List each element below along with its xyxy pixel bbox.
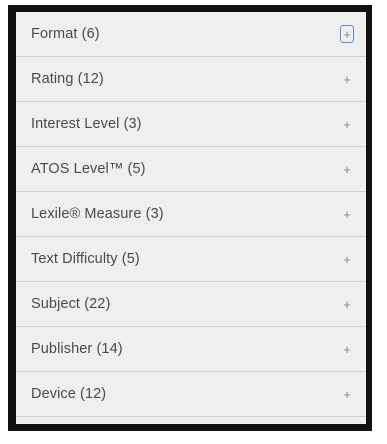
facet-text-difficulty[interactable]: Text Difficulty (5) + (16, 237, 366, 282)
plus-icon[interactable]: + (342, 162, 352, 176)
facet-publisher[interactable]: Publisher (14) + (16, 327, 366, 372)
plus-icon[interactable]: + (342, 252, 352, 266)
facet-label: Text Difficulty (5) (31, 251, 140, 267)
filter-panel: Format (6) + Rating (12) + Interest Leve… (16, 12, 366, 424)
panel-bottom-space (16, 417, 366, 424)
facet-label: Device (12) (31, 386, 107, 402)
facet-rating[interactable]: Rating (12) + (16, 57, 366, 102)
facet-label: Subject (22) (31, 296, 111, 312)
facet-interest-level[interactable]: Interest Level (3) + (16, 102, 366, 147)
facet-label: Publisher (14) (31, 341, 123, 357)
facet-label: ATOS Level™ (5) (31, 161, 146, 177)
plus-icon[interactable]: + (342, 297, 352, 311)
plus-icon[interactable]: + (340, 25, 354, 43)
facet-subject[interactable]: Subject (22) + (16, 282, 366, 327)
facet-atos-level[interactable]: ATOS Level™ (5) + (16, 147, 366, 192)
facet-label: Rating (12) (31, 71, 104, 87)
plus-icon[interactable]: + (342, 387, 352, 401)
plus-icon[interactable]: + (342, 117, 352, 131)
plus-icon[interactable]: + (342, 207, 352, 221)
facet-list: Format (6) + Rating (12) + Interest Leve… (16, 12, 366, 417)
facet-label: Lexile® Measure (3) (31, 206, 164, 222)
plus-icon[interactable]: + (342, 342, 352, 356)
plus-icon[interactable]: + (342, 72, 352, 86)
facet-lexile-measure[interactable]: Lexile® Measure (3) + (16, 192, 366, 237)
facet-label: Interest Level (3) (31, 116, 142, 132)
facet-format[interactable]: Format (6) + (16, 12, 366, 57)
facet-device[interactable]: Device (12) + (16, 372, 366, 417)
facet-label: Format (6) (31, 26, 100, 42)
screenshot-frame: Format (6) + Rating (12) + Interest Leve… (8, 5, 372, 431)
